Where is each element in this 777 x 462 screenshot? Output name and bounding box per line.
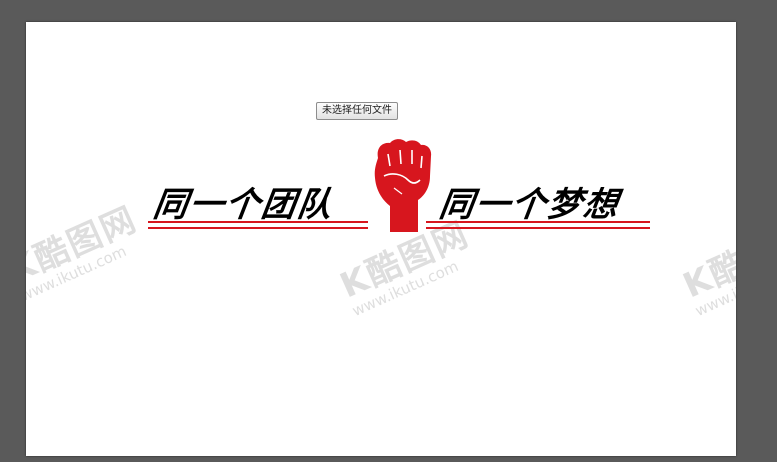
document-canvas: 未选择任何文件 K酷图网 www.ikutu.com K酷图网 www.ikut… [26,22,736,456]
right-slogan: 同一个梦想 [436,185,623,225]
left-stripe-top [148,221,368,223]
right-stripe-bottom [426,227,650,229]
left-stripe-bottom [148,227,368,229]
file-input-button[interactable]: 未选择任何文件 [316,102,398,120]
right-stripe-top [426,221,650,223]
left-slogan: 同一个团队 [150,185,337,225]
watermark: K酷图网 www.ikutu.com [26,192,149,305]
watermark: K酷图网 www.ikutu.com [674,207,736,320]
